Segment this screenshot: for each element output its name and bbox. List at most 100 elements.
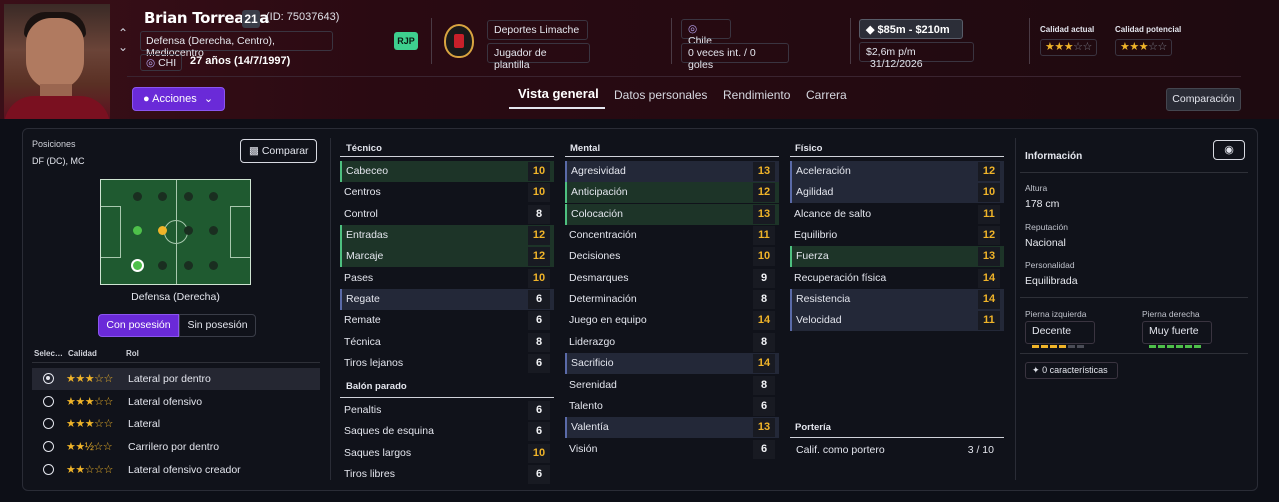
position-dot[interactable] [209,226,218,235]
roles-header-quality[interactable]: Calidad [68,349,97,358]
position-dot[interactable] [209,261,218,270]
goalkeeper-rating-row[interactable]: Calif. como portero 3 / 10 [790,440,1004,461]
position-dot[interactable] [158,261,167,270]
attribute-row[interactable]: Marcaje 12 [340,246,554,268]
next-player-chevron-down-icon[interactable]: ⌄ [118,40,128,54]
attribute-row[interactable]: Tiros lejanos 6 [340,353,554,374]
attribute-row[interactable]: Sacrificio 14 [565,353,779,375]
attribute-value: 12 [528,226,550,246]
height-label: Altura [1025,183,1048,193]
attribute-row[interactable]: Penaltis 6 [340,400,554,421]
position-dot[interactable] [184,192,193,201]
attribute-row[interactable]: Aceleración 12 [790,161,1004,182]
attribute-row[interactable]: Fuerza 13 [790,246,1004,268]
attribute-row[interactable]: Visión 6 [565,439,779,460]
meter-segment [1041,345,1048,348]
attribute-value: 14 [753,311,775,331]
attribute-row[interactable]: Entradas 12 [340,225,554,247]
tab-datos-personales[interactable]: Datos personales [614,88,707,102]
position-dot[interactable] [133,192,142,201]
role-radio[interactable] [43,441,54,452]
club-crest[interactable] [444,24,474,58]
compare-button[interactable]: ▩ Comparar [240,139,317,163]
roles-header-select[interactable]: Selec… [34,349,63,358]
attribute-row[interactable]: Recuperación física 14 [790,268,1004,289]
attribute-row[interactable]: Concentración 11 [565,225,779,246]
attribute-row[interactable]: Tiros libres 6 [340,464,554,485]
physical-header: Físico [795,143,823,154]
role-row[interactable]: ★★★☆☆ Lateral ofensivo [32,391,320,413]
technical-header: Técnico [346,143,382,154]
attribute-row[interactable]: Serenidad 8 [565,375,779,396]
attribute-row[interactable]: Agresividad 13 [565,161,779,182]
attribute-row[interactable]: Talento 6 [565,396,779,417]
previous-player-chevron-up-icon[interactable]: ⌃ [118,26,128,40]
nationality-code: CHI [158,57,177,69]
role-row[interactable]: ★★★☆☆ Lateral por dentro [32,368,320,390]
attribute-row[interactable]: Control 8 [340,204,554,225]
position-dot-selected[interactable] [131,259,144,272]
role-row[interactable]: ★★☆☆☆ Lateral ofensivo creador [32,459,320,481]
role-radio[interactable] [43,418,54,429]
attribute-row[interactable]: Pases 10 [340,268,554,289]
nation-box[interactable]: ◎ Chile [681,19,731,47]
traits-button[interactable]: ✦ 0 características [1025,362,1118,379]
role-radio[interactable] [43,373,54,384]
goalkeeper-rating-label: Calif. como portero [796,444,885,456]
attribute-row[interactable]: Valentía 13 [565,417,779,439]
position-dot[interactable] [209,192,218,201]
reputation-label: Reputación [1025,222,1069,232]
attribute-row[interactable]: Regate 6 [340,289,554,311]
attribute-row[interactable]: Agilidad 10 [790,182,1004,204]
tab-carrera[interactable]: Carrera [806,88,847,102]
position-dot[interactable] [158,192,167,201]
attribute-row[interactable]: Saques largos 10 [340,443,554,464]
attribute-row[interactable]: Desmarques 9 [565,268,779,289]
role-row[interactable]: ★★★☆☆ Lateral [32,413,320,435]
role-radio[interactable] [43,464,54,475]
divider [431,18,432,64]
attribute-row[interactable]: Anticipación 12 [565,182,779,204]
attribute-row[interactable]: Liderazgo 8 [565,332,779,353]
position-dot[interactable] [184,226,193,235]
attribute-value: 8 [753,375,775,395]
attribute-row[interactable]: Velocidad 11 [790,310,1004,332]
position-dot-natural[interactable] [133,226,142,235]
attribute-row[interactable]: Determinación 8 [565,289,779,310]
info-settings-button[interactable]: ◉ [1213,140,1245,160]
divider [850,18,851,64]
attribute-row[interactable]: Técnica 8 [340,332,554,353]
attribute-row[interactable]: Centros 10 [340,182,554,203]
position-dot-accomplished[interactable] [158,226,167,235]
actions-button[interactable]: ● Acciones ⌄ [132,87,225,111]
role-radio[interactable] [43,396,54,407]
divider [565,156,779,157]
attribute-value: 6 [528,311,550,331]
role-row[interactable]: ★★½☆☆ Carrilero por dentro [32,436,320,458]
right-foot-value: Muy fuerte [1149,325,1199,337]
attribute-row[interactable]: Equilibrio 12 [790,225,1004,246]
toggle-out-of-possession[interactable]: Sin posesión [179,314,256,337]
attribute-row[interactable]: Cabeceo 10 [340,161,554,182]
nationality-box[interactable]: ◎ CHI [140,54,183,71]
tab-rendimiento[interactable]: Rendimiento [723,88,790,102]
attribute-name: Desmarques [569,271,629,284]
contract-box: $2,6m p/m 31/12/2026 [859,42,974,70]
attribute-row[interactable]: Saques de esquina 6 [340,421,554,442]
attribute-row[interactable]: Remate 6 [340,310,554,331]
tab-vista-general[interactable]: Vista general [518,86,599,101]
attribute-name: Agilidad [796,186,834,199]
position-dot[interactable] [184,261,193,270]
meter-segment [1185,345,1192,348]
meter-segment [1032,345,1039,348]
comparison-button[interactable]: Comparación [1166,88,1241,111]
attribute-row[interactable]: Alcance de salto 11 [790,204,1004,225]
attribute-row[interactable]: Juego en equipo 14 [565,310,779,331]
roles-header-role[interactable]: Rol [126,349,139,358]
toggle-in-possession[interactable]: Con posesión [98,314,179,337]
attribute-value: 6 [753,396,775,416]
attribute-row[interactable]: Decisiones 10 [565,246,779,267]
club-name[interactable]: Deportes Limache [487,20,588,40]
attribute-row[interactable]: Colocación 13 [565,203,779,225]
attribute-row[interactable]: Resistencia 14 [790,289,1004,311]
